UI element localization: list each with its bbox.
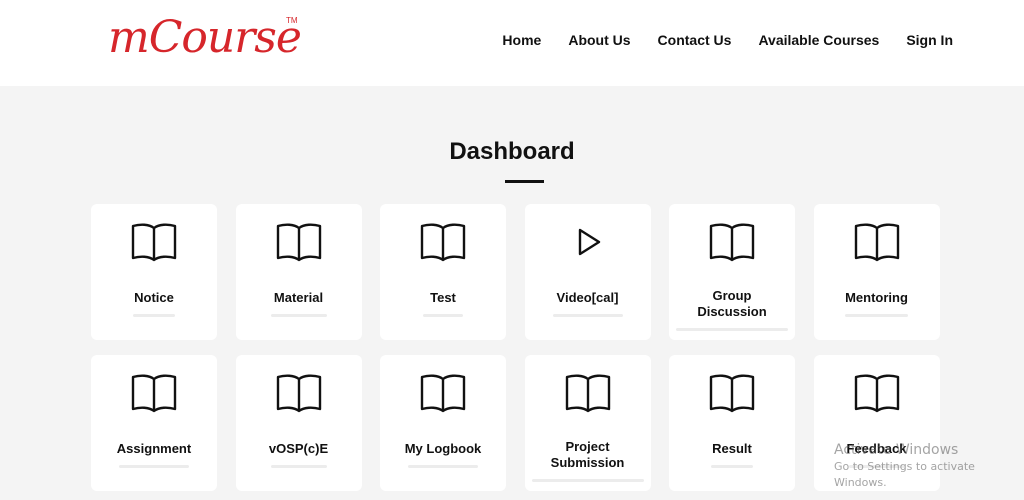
dashboard-card-material[interactable]: Material xyxy=(235,204,362,340)
mcourse-logo[interactable]: mCourse xyxy=(108,10,302,66)
book-icon xyxy=(276,373,322,413)
book-icon xyxy=(854,373,900,413)
card-label: My Logbook xyxy=(404,441,482,456)
card-underline xyxy=(552,314,623,317)
card-label: Test xyxy=(430,290,456,305)
dashboard-card-project-submission[interactable]: Project Submission xyxy=(524,355,651,491)
card-underline xyxy=(423,314,463,317)
card-underline xyxy=(119,465,189,468)
book-icon xyxy=(131,222,177,262)
card-label: Mentoring xyxy=(845,290,908,305)
page-title: Dashboard xyxy=(449,138,575,165)
play-icon xyxy=(565,222,611,262)
card-underline xyxy=(270,314,327,317)
dashboard-grid: Notice Material Test Video[cal] Group Discus… xyxy=(91,204,940,491)
dashboard-card-video-cal[interactable]: Video[cal] xyxy=(524,204,651,340)
dashboard-card-test[interactable]: Test xyxy=(380,204,506,340)
card-underline xyxy=(848,465,905,468)
card-label: Material xyxy=(273,290,324,305)
card-label: Assignment xyxy=(116,441,192,456)
book-icon xyxy=(709,222,755,262)
dashboard-card-assignment[interactable]: Assignment xyxy=(91,355,217,491)
title-underline xyxy=(505,180,544,183)
dashboard-card-vosp-c-e[interactable]: vOSP(c)E xyxy=(235,355,362,491)
card-label: Feedback xyxy=(846,441,907,456)
card-label: Project Submission xyxy=(550,439,625,470)
book-icon xyxy=(565,373,611,413)
card-underline xyxy=(676,328,788,331)
nav-home[interactable]: Home xyxy=(502,32,541,48)
card-label: vOSP(c)E xyxy=(268,441,329,456)
card-underline xyxy=(270,465,327,468)
book-icon xyxy=(709,373,755,413)
card-underline xyxy=(531,479,644,482)
card-label: Result xyxy=(712,441,752,456)
nav-sign-in[interactable]: Sign In xyxy=(906,32,953,48)
nav-available-courses[interactable]: Available Courses xyxy=(758,32,879,48)
main-nav: Home About Us Contact Us Available Cours… xyxy=(475,32,953,48)
book-icon xyxy=(131,373,177,413)
card-label: Notice xyxy=(134,290,174,305)
book-icon xyxy=(854,222,900,262)
nav-contact-us[interactable]: Contact Us xyxy=(658,32,732,48)
dashboard-card-result[interactable]: Result xyxy=(669,355,795,491)
dashboard-card-feedback[interactable]: Feedback xyxy=(813,355,940,491)
book-icon xyxy=(276,222,322,262)
book-icon xyxy=(420,222,466,262)
book-icon xyxy=(420,373,466,413)
dashboard-card-my-logbook[interactable]: My Logbook xyxy=(380,355,506,491)
nav-about-us[interactable]: About Us xyxy=(568,32,630,48)
card-underline xyxy=(845,314,908,317)
dashboard-card-group-discussion[interactable]: Group Discussion xyxy=(669,204,795,340)
card-label: Video[cal] xyxy=(556,290,619,305)
site-header: mCourse TM Home About Us Contact Us Avai… xyxy=(0,0,1024,86)
card-underline xyxy=(133,314,175,317)
card-label: Group Discussion xyxy=(697,288,767,319)
dashboard-card-mentoring[interactable]: Mentoring xyxy=(813,204,940,340)
logo-trademark: TM xyxy=(286,16,298,25)
card-underline xyxy=(408,465,478,468)
card-underline xyxy=(711,465,753,468)
dashboard-card-notice[interactable]: Notice xyxy=(91,204,217,340)
